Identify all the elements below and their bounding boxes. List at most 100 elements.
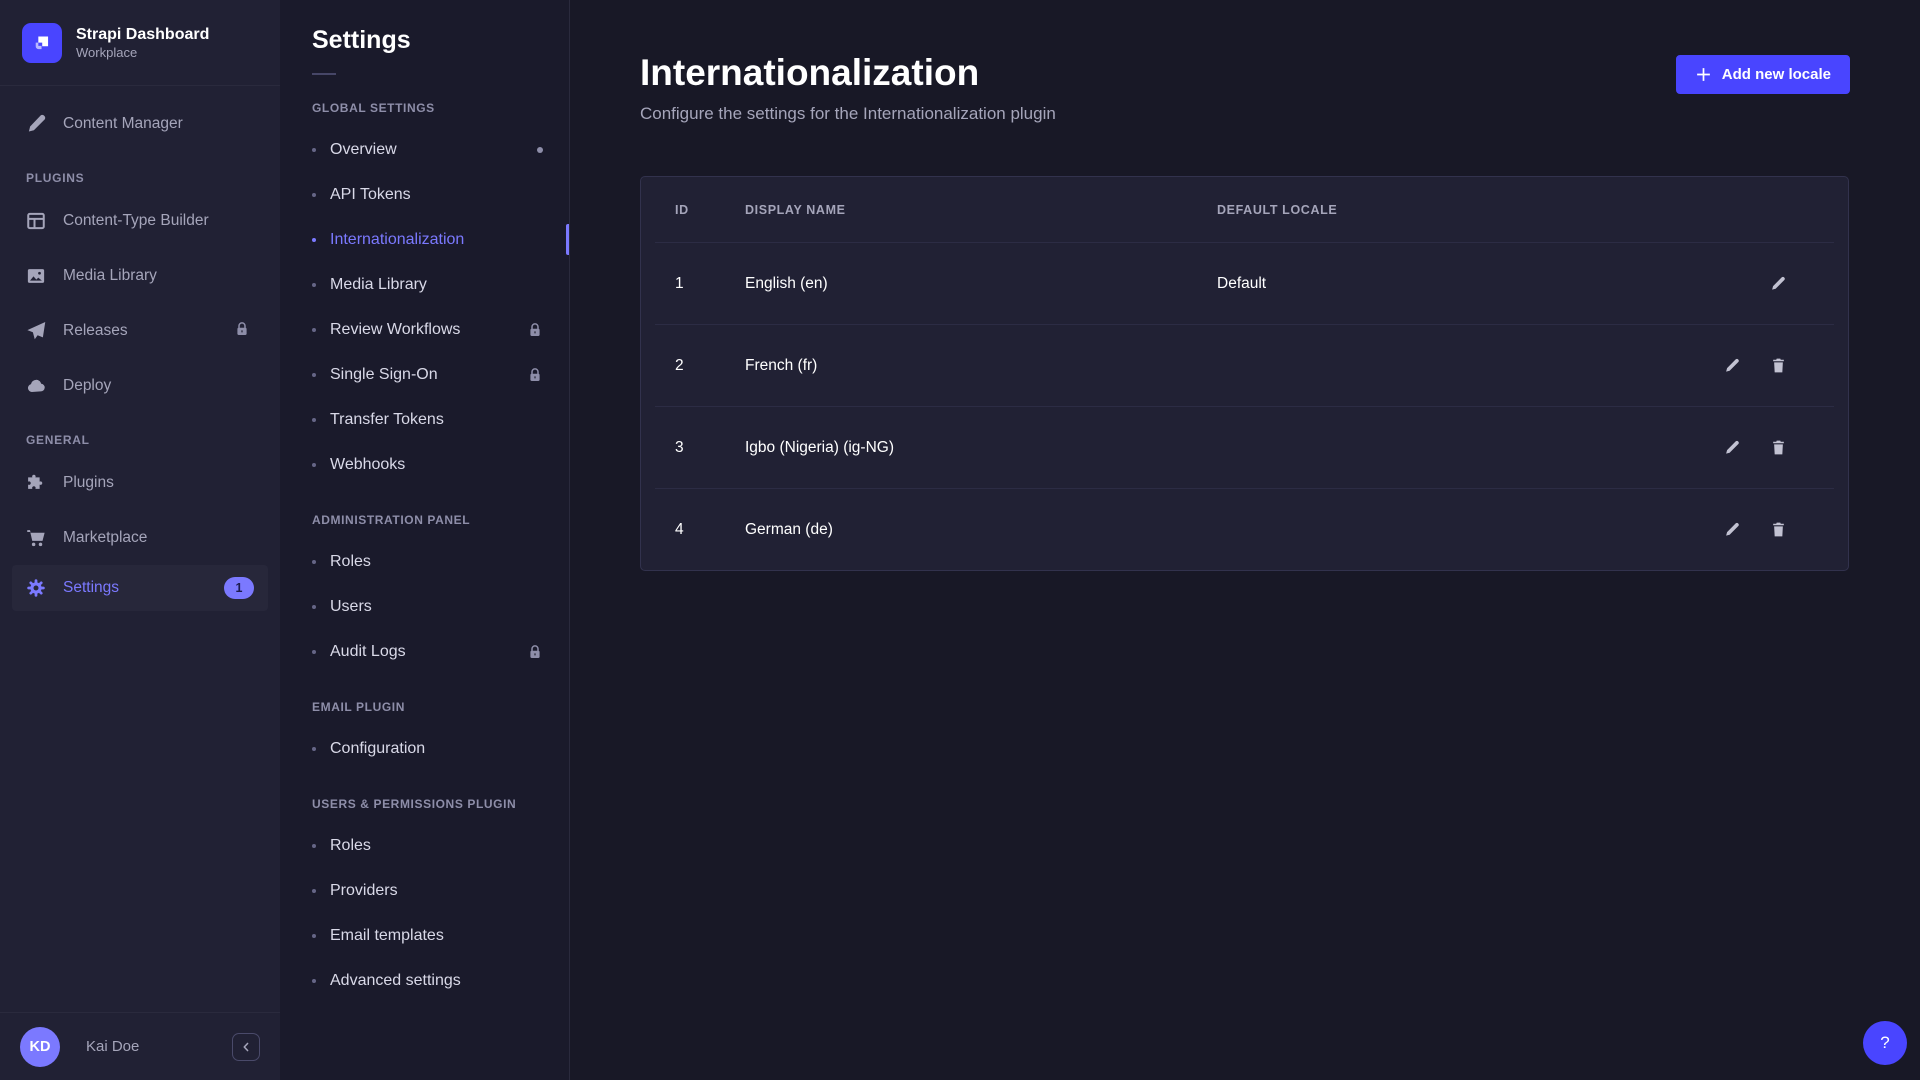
nav-item-marketplace[interactable]: Marketplace <box>0 510 280 565</box>
subnav-item-advanced-settings[interactable]: Advanced settings <box>280 958 569 1003</box>
bullet-icon <box>312 889 316 893</box>
subnav-item-label: Internationalization <box>330 231 464 249</box>
bullet-icon <box>312 238 316 242</box>
subnav-item-label: Audit Logs <box>330 643 406 661</box>
bullet-icon <box>312 193 316 197</box>
nav-item-media-library[interactable]: Media Library <box>0 248 280 303</box>
delete-locale-button[interactable] <box>1770 357 1788 375</box>
app-root: Strapi Dashboard Workplace Content Manag… <box>0 0 1920 1080</box>
subnav-item-single-sign-on[interactable]: Single Sign-On <box>280 352 569 397</box>
puzzle-icon <box>26 473 46 493</box>
subnav-item-label: Media Library <box>330 276 427 294</box>
bullet-icon <box>312 148 316 152</box>
row-actions <box>1664 439 1814 457</box>
avatar[interactable]: KD <box>20 1027 60 1067</box>
nav-item-content-manager[interactable]: Content Manager <box>0 96 280 151</box>
strapi-logo-icon <box>22 23 62 63</box>
nav-item-releases[interactable]: Releases <box>0 303 280 358</box>
cell-id: 3 <box>675 439 745 457</box>
table-header-row: ID DISPLAY NAME DEFAULT LOCALE <box>641 177 1848 242</box>
nav-item-content-type-builder[interactable]: Content-Type Builder <box>0 193 280 248</box>
cell-display-name: English (en) <box>745 275 1217 293</box>
page-subtitle: Configure the settings for the Internati… <box>640 104 1849 124</box>
cell-default-locale: Default <box>1217 275 1664 293</box>
notifications-badge: 1 <box>224 577 254 599</box>
subnav-item-label: Email templates <box>330 927 444 945</box>
subnav-item-label: Advanced settings <box>330 972 461 990</box>
subnav-item-internationalization[interactable]: Internationalization <box>280 217 569 262</box>
pencil-icon <box>1770 275 1787 293</box>
pen-icon <box>26 114 46 134</box>
page-title: Internationalization <box>640 52 1849 94</box>
subnav-item-configuration[interactable]: Configuration <box>280 726 569 771</box>
nav-item-deploy[interactable]: Deploy <box>0 358 280 413</box>
bullet-icon <box>312 844 316 848</box>
nav-item-label: Settings <box>63 579 119 597</box>
column-header-default-locale: DEFAULT LOCALE <box>1217 203 1664 217</box>
image-icon <box>26 266 46 286</box>
subnav-section-header-global-settings: GLOBAL SETTINGS <box>280 101 569 115</box>
subnav-item-media-library[interactable]: Media Library <box>280 262 569 307</box>
gear-icon <box>26 578 46 598</box>
subnav-item-transfer-tokens[interactable]: Transfer Tokens <box>280 397 569 442</box>
subnav-item-label: Users <box>330 598 372 616</box>
bullet-icon <box>312 560 316 564</box>
nav-section-header-plugins: PLUGINS <box>0 171 280 185</box>
subnav-section-header-users-permissions-plugin: USERS & PERMISSIONS PLUGIN <box>280 797 569 811</box>
bullet-icon <box>312 418 316 422</box>
table-row: 2French (fr) <box>641 325 1848 406</box>
edit-locale-button[interactable] <box>1770 275 1788 293</box>
bullet-icon <box>312 463 316 467</box>
row-actions <box>1664 275 1814 293</box>
cell-display-name: French (fr) <box>745 357 1217 375</box>
bullet-icon <box>312 283 316 287</box>
trash-icon <box>1770 521 1787 539</box>
delete-locale-button[interactable] <box>1770 439 1788 457</box>
help-button[interactable]: ? <box>1863 1021 1907 1065</box>
subnav-item-webhooks[interactable]: Webhooks <box>280 442 569 487</box>
nav-item-plugins[interactable]: Plugins <box>0 455 280 510</box>
bullet-icon <box>312 605 316 609</box>
cell-display-name: Igbo (Nigeria) (ig-NG) <box>745 439 1217 457</box>
subnav-item-label: Roles <box>330 837 371 855</box>
delete-locale-button[interactable] <box>1770 521 1788 539</box>
nav-item-label: Media Library <box>63 267 157 285</box>
row-actions <box>1664 521 1814 539</box>
subnav-item-review-workflows[interactable]: Review Workflows <box>280 307 569 352</box>
table-row: 4German (de) <box>641 489 1848 570</box>
cell-id: 2 <box>675 357 745 375</box>
subnav-item-audit-logs[interactable]: Audit Logs <box>280 629 569 674</box>
subnav-item-providers[interactable]: Providers <box>280 868 569 913</box>
pencil-icon <box>1724 521 1741 539</box>
collapse-sidebar-button[interactable] <box>232 1033 260 1061</box>
subnav-sections: GLOBAL SETTINGS Overview API Tokens Interna… <box>280 101 569 1003</box>
subnav-item-label: Transfer Tokens <box>330 411 444 429</box>
add-new-locale-button[interactable]: Add new locale <box>1676 55 1850 94</box>
column-header-id: ID <box>675 203 745 217</box>
subnav-item-roles[interactable]: Roles <box>280 539 569 584</box>
table-row: 1English (en)Default <box>641 243 1848 324</box>
subnav-item-api-tokens[interactable]: API Tokens <box>280 172 569 217</box>
nav-item-label: Plugins <box>63 474 114 492</box>
subnav-section-header-administration-panel: ADMINISTRATION PANEL <box>280 513 569 527</box>
subnav-item-email-templates[interactable]: Email templates <box>280 913 569 958</box>
edit-locale-button[interactable] <box>1724 439 1742 457</box>
subnav-item-users[interactable]: Users <box>280 584 569 629</box>
layout-icon <box>26 211 46 231</box>
notification-dot <box>537 147 543 153</box>
lock-icon <box>234 321 254 341</box>
subnav-item-overview[interactable]: Overview <box>280 127 569 172</box>
subnav-item-label: API Tokens <box>330 186 411 204</box>
subnav-item-roles[interactable]: Roles <box>280 823 569 868</box>
pencil-icon <box>1724 439 1741 457</box>
nav-list: Content Manager PLUGINS Content-Type Build… <box>0 86 280 1012</box>
subnav-section-header-email-plugin: EMAIL PLUGIN <box>280 700 569 714</box>
lock-icon <box>527 367 543 383</box>
edit-locale-button[interactable] <box>1724 357 1742 375</box>
workspace-header[interactable]: Strapi Dashboard Workplace <box>0 0 280 86</box>
edit-locale-button[interactable] <box>1724 521 1742 539</box>
nav-item-label: Content-Type Builder <box>63 212 209 230</box>
subnav-item-label: Roles <box>330 553 371 571</box>
nav-item-settings[interactable]: Settings 1 <box>12 565 268 611</box>
subnav-item-label: Configuration <box>330 740 425 758</box>
